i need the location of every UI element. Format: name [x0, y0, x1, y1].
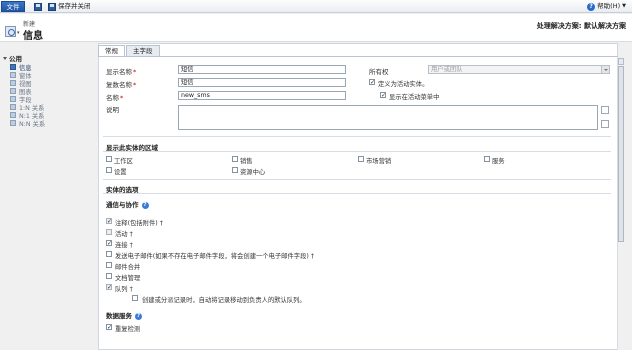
connections-checkbox[interactable]: [106, 240, 112, 246]
ownership-select[interactable]: 用户或团队: [428, 65, 610, 74]
info-icon: [10, 64, 16, 70]
collapse-triangle-icon: [3, 56, 7, 60]
send-email-checkbox[interactable]: [106, 251, 112, 257]
left-navigation: 公用 信息 窗体 视图 图表 字段 1:N 关系 N:1 关系 N:N 关系: [0, 43, 97, 350]
info-icon[interactable]: ?: [135, 312, 142, 320]
textarea-scroll-down[interactable]: [601, 120, 609, 128]
entity-dropdown-icon[interactable]: ▾: [17, 30, 20, 36]
area-service-checkbox[interactable]: [484, 156, 490, 162]
description-textarea[interactable]: [178, 105, 598, 130]
communication-section-title: 通信与协作?: [106, 201, 149, 209]
notes-label: 注释(包括附件) †: [115, 220, 163, 227]
tab-general[interactable]: 常规: [98, 45, 125, 56]
textarea-scroll-up[interactable]: [601, 106, 609, 114]
help-icon: ?: [587, 2, 596, 11]
area-workplace-checkbox[interactable]: [106, 156, 112, 162]
form-header: ▾ 新建 信息 处理解决方案: 默认解决方案: [0, 14, 632, 42]
define-activity-checkbox[interactable]: [369, 79, 375, 85]
relationship-icon: [10, 112, 16, 118]
queues-label: 队列 †: [115, 286, 133, 293]
scroll-up-button[interactable]: [618, 58, 624, 65]
nav-item-nn-relationships[interactable]: N:N 关系: [10, 119, 46, 128]
plural-name-label: 复数名称*: [106, 81, 137, 89]
save-close-label: 保存并关闭: [58, 2, 91, 10]
page-title: 信息: [23, 31, 43, 42]
tab-strip: 常规 主字段: [98, 45, 161, 56]
show-in-activity-menu-checkbox[interactable]: [380, 92, 386, 98]
auto-move-queue-checkbox[interactable]: [132, 295, 138, 301]
area-settings-label: 设置: [114, 169, 127, 176]
document-management-label: 文档管理: [115, 275, 141, 282]
show-in-activity-menu-label: 显示在活动菜单中: [389, 94, 440, 101]
area-settings-checkbox[interactable]: [106, 167, 112, 173]
mail-merge-label: 邮件合并: [115, 264, 141, 271]
ownership-label: 所有权: [369, 68, 389, 76]
duplicate-detection-checkbox[interactable]: [106, 324, 112, 330]
tab-primary-field[interactable]: 主字段: [126, 45, 160, 56]
area-workplace-label: 工作区: [114, 158, 133, 165]
auto-move-queue-label: 创建或分派记录时，自动将记录移动到负责人的默认队列。: [142, 297, 306, 304]
connections-label: 连接 †: [115, 242, 133, 249]
save-and-close-button[interactable]: 保存并关闭: [48, 1, 91, 12]
help-label: 帮助(H): [597, 2, 621, 10]
area-marketing-label: 市场营销: [366, 158, 392, 165]
nav-group-label: 公用: [9, 55, 22, 63]
relationship-icon: [10, 120, 16, 126]
area-service-label: 服务: [492, 158, 505, 165]
divider: [103, 193, 611, 194]
ownership-value: 用户或团队: [431, 66, 463, 73]
field-icon: [10, 96, 16, 102]
area-sales-checkbox[interactable]: [232, 156, 238, 162]
info-icon[interactable]: ?: [141, 201, 149, 209]
area-marketing-checkbox[interactable]: [358, 156, 364, 162]
ribbon-toolbar: 文件 保存并关闭 ? 帮助(H) ▼: [0, 0, 632, 13]
mail-merge-checkbox[interactable]: [106, 262, 112, 268]
define-activity-label: 定义为活动实体。: [378, 81, 429, 88]
data-services-section-title: 数据服务?: [106, 312, 142, 320]
display-name-label: 显示名称*: [106, 68, 137, 76]
scrollbar-thumb[interactable]: [618, 66, 624, 242]
chart-icon: [10, 88, 16, 94]
help-menu[interactable]: ? 帮助(H) ▼: [587, 1, 626, 12]
area-resource-center-label: 资源中心: [240, 169, 266, 176]
file-button[interactable]: 文件: [1, 1, 25, 12]
save-icon: [34, 2, 42, 11]
entity-icon: [5, 26, 16, 37]
divider: [103, 151, 611, 152]
description-label: 说明: [106, 106, 119, 114]
form-icon: [10, 72, 16, 78]
activities-checkbox[interactable]: [106, 229, 112, 235]
divider: [103, 179, 611, 180]
display-name-field[interactable]: 短信: [178, 65, 346, 74]
queues-checkbox[interactable]: [106, 284, 112, 290]
chevron-down-icon: ▼: [622, 3, 626, 9]
area-resource-center-checkbox[interactable]: [232, 167, 238, 173]
tab-divider: [98, 56, 618, 57]
activities-label: 活动 †: [115, 231, 133, 238]
chevron-down-icon: [601, 66, 609, 73]
solution-label: 处理解决方案: 默认解决方案: [536, 22, 626, 30]
save-button[interactable]: [34, 1, 42, 12]
name-field[interactable]: new_sms: [178, 91, 346, 100]
nav-group-common[interactable]: 公用: [3, 53, 22, 63]
document-management-checkbox[interactable]: [106, 273, 112, 279]
plural-name-field[interactable]: 短信: [178, 78, 346, 87]
notes-checkbox[interactable]: [106, 218, 112, 224]
name-label: 名称*: [106, 94, 124, 102]
view-icon: [10, 80, 16, 86]
send-email-label: 发送电子邮件(如果不存在电子邮件字段，将会创建一个电子邮件字段) †: [115, 253, 314, 260]
save-close-icon: [48, 2, 56, 11]
relationship-icon: [10, 104, 16, 110]
duplicate-detection-label: 重复检测: [115, 326, 141, 333]
nav-item-label: N:N 关系: [19, 120, 46, 128]
area-sales-label: 销售: [240, 158, 253, 165]
divider: [103, 136, 611, 137]
